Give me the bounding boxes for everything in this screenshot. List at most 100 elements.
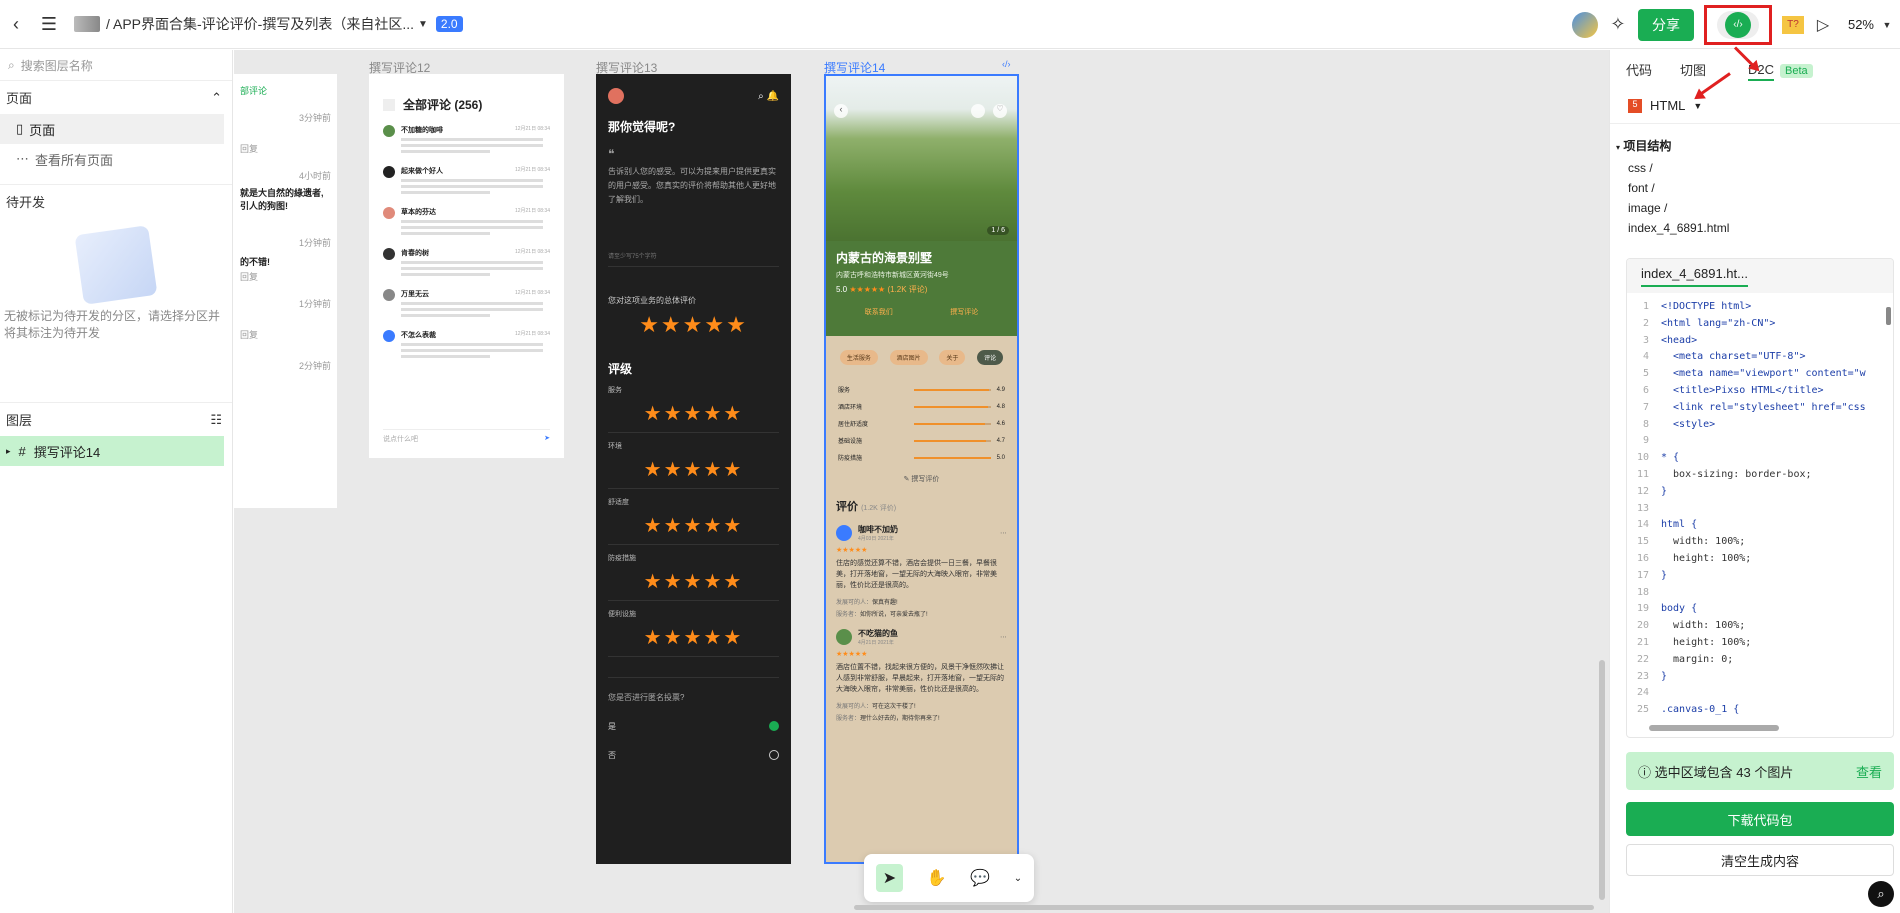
horizontal-scrollbar[interactable] (854, 905, 1594, 910)
avatar[interactable] (836, 629, 852, 645)
language-select[interactable]: 5 HTML ▼ (1610, 88, 1900, 124)
comment-row[interactable]: 不怎么表裁 12月21日 08:34 (383, 330, 550, 358)
d2c-toggle-button[interactable]: ‹/› (1703, 4, 1772, 45)
more-icon[interactable]: ⋯ (1000, 633, 1007, 641)
frame-hotel-detail[interactable]: ‹ ♡ 1 / 6 内蒙古的海景别墅 内蒙古呼和浩特市新城区黄河街49号 5.0… (824, 74, 1019, 864)
write-review-link[interactable]: ✎ 撰写评价 (826, 474, 1017, 484)
code-tab[interactable]: index_4_6891.ht... (1627, 259, 1893, 293)
detail-tab[interactable]: 评论 (977, 350, 1004, 365)
view-all-pages[interactable]: ⋯ 查看所有页面 (0, 144, 224, 174)
menu-icon[interactable]: ☰ (36, 14, 62, 35)
search-input[interactable]: 搜索图层名称 (21, 57, 93, 74)
comment-input[interactable]: 说点什么吧 ➤ (383, 429, 550, 444)
review-date: 4月21日 2021年 (858, 640, 894, 646)
expand-icon[interactable]: ▸ (6, 446, 11, 457)
frame-comment-list[interactable]: 全部评论 (256) 不加糖的咖啡 12月21日 08:34 起来做个好人 12月21… (369, 74, 564, 458)
share-button[interactable]: 分享 (1637, 8, 1694, 41)
comment-row[interactable]: 万里无云 12月21日 08:34 (383, 289, 550, 317)
zoom-level[interactable]: 52% (1848, 17, 1874, 32)
category-stars[interactable]: ★★★★★ (608, 569, 779, 594)
avatar[interactable] (383, 207, 395, 219)
file-item[interactable]: font / (1628, 178, 1900, 198)
comment-row[interactable]: 草本的芬达 12月21日 08:34 (383, 207, 550, 235)
avatar[interactable] (608, 88, 624, 104)
detail-tab[interactable]: 生活服务 (839, 350, 878, 365)
font-warning-icon[interactable]: T? (1781, 15, 1804, 34)
back-icon[interactable]: ‹ (6, 14, 26, 35)
code-viewer[interactable]: index_4_6891.ht... 1 <!DOCTYPE html> 2 <htm… (1626, 258, 1894, 738)
checkbox-icon[interactable] (383, 98, 395, 111)
category-stars[interactable]: ★★★★★ (608, 625, 779, 650)
anon-yes-option[interactable]: 是 (608, 721, 779, 732)
radio-icon[interactable] (769, 750, 779, 760)
page-item[interactable]: ▯ 页面 (0, 114, 224, 144)
avatar[interactable] (383, 289, 395, 301)
detail-tab[interactable]: 酒店图片 (889, 350, 928, 365)
owner-reply: 发展可的人：保真有趣! (836, 597, 1007, 606)
file-item[interactable]: index_4_6891.html (1628, 218, 1900, 238)
file-item[interactable]: css / (1628, 158, 1900, 178)
anon-no-option[interactable]: 否 (608, 750, 779, 761)
review-item: 不吃猫的鱼 4月21日 2021年 ⋯ ★★★★★ 酒店位置不错，找起来很方便的，风景干… (836, 628, 1007, 722)
category-stars[interactable]: ★★★★★ (608, 457, 779, 482)
avatar[interactable] (383, 248, 395, 260)
breadcrumb[interactable]: / APP界面合集-评论评价-撰写及列表（来自社区... (106, 14, 414, 34)
more-tools-icon[interactable]: ⌄ (1014, 873, 1022, 884)
comment-row[interactable]: 肯春的树 12月21日 08:34 (383, 248, 550, 276)
comment-tool-icon[interactable]: 💬 (970, 868, 990, 888)
avatar[interactable] (383, 125, 395, 137)
write-review-button[interactable]: 撰写评论 (950, 307, 978, 317)
plugin-icon[interactable]: ✧ (1598, 14, 1638, 35)
code-hscrollbar[interactable] (1649, 725, 1779, 731)
reviews-section: 评价 (1.2K 评价) 咖啡不加奶 4月03日 2021年 ⋯ ★★★★★ 住店的感觉… (826, 484, 1017, 722)
design-canvas[interactable]: 部评论 3分钟前 回复 4小时前 就是大自然的綠遗者, 引人的狗图! 1分钟前 … (234, 50, 1609, 913)
hand-tool-icon[interactable]: ✋ (927, 868, 947, 888)
comment-row[interactable]: 不加糖的咖啡 12月21日 08:34 (383, 125, 550, 153)
tab-code[interactable]: 代码 (1626, 60, 1652, 79)
tab-slices[interactable]: 切图 (1680, 60, 1706, 79)
avatar[interactable] (836, 525, 852, 541)
frame-partial[interactable]: 部评论 3分钟前 回复 4小时前 就是大自然的綠遗者, 引人的狗图! 1分钟前 … (234, 74, 337, 508)
layer-item[interactable]: ▸ # 撰写评论14 (0, 436, 224, 466)
code-tag-icon[interactable]: ‹/› (1002, 59, 1011, 69)
avatar[interactable] (1571, 11, 1598, 38)
check-circle-icon[interactable] (769, 721, 779, 731)
view-link[interactable]: 查看 (1856, 762, 1882, 781)
cursor-tool-icon[interactable]: ➤ (875, 864, 904, 892)
chevron-up-icon[interactable]: ⌃ (211, 90, 222, 106)
avatar[interactable] (383, 330, 395, 342)
sort-icon[interactable]: ☷ (210, 412, 222, 428)
code-text: <head> (1661, 334, 1698, 346)
play-icon[interactable]: ▷ (1804, 15, 1842, 35)
detail-tab[interactable]: 关于 (939, 350, 966, 365)
zoom-chevron-icon[interactable]: ▼ (1874, 20, 1900, 30)
back-icon[interactable]: ‹ (834, 104, 848, 118)
layer-search[interactable]: ⌕ 搜索图层名称 (0, 50, 232, 80)
code-scrollbar[interactable] (1886, 307, 1891, 325)
overall-stars[interactable]: ★★★★★ (608, 312, 779, 338)
clear-button[interactable]: 清空生成内容 (1626, 844, 1894, 876)
send-icon[interactable]: ➤ (544, 434, 550, 444)
share-icon[interactable] (971, 104, 985, 118)
frame-write-review-dark[interactable]: ⌕ 🔔 那你觉得呢? ❝ 告诉别人您的感受。可以为提来用户提供更真实的用户感受。… (596, 74, 791, 864)
category-stars[interactable]: ★★★★★ (608, 401, 779, 426)
line-number: 22 (1636, 653, 1649, 665)
comment-row[interactable]: 起来做个好人 12月21日 08:34 (383, 166, 550, 194)
heart-icon[interactable]: ♡ (993, 104, 1007, 118)
code-line: 16 height: 100%; (1627, 551, 1893, 568)
vertical-scrollbar[interactable] (1599, 660, 1605, 900)
project-title[interactable]: ▾ 项目结构 (1616, 136, 1900, 158)
chevron-down-icon[interactable]: ▼ (418, 19, 428, 30)
search-icon[interactable]: ⌕ 🔔 (758, 91, 779, 102)
download-button[interactable]: 下载代码包 (1626, 802, 1894, 836)
contact-button[interactable]: 联系我们 (865, 307, 893, 317)
more-icon[interactable]: ⋯ (1000, 529, 1007, 537)
rating-bar-row: 酒店环境 4.8 (838, 402, 1005, 412)
collapse-icon[interactable]: ▾ (1616, 143, 1620, 152)
avatar[interactable] (383, 166, 395, 178)
comment-text-line (401, 144, 543, 147)
search-fab-icon[interactable]: ⌕ (1868, 881, 1894, 907)
file-item[interactable]: image / (1628, 198, 1900, 218)
category-stars[interactable]: ★★★★★ (608, 513, 779, 538)
pages-section-header[interactable]: 页面 ⌃ (0, 80, 232, 114)
